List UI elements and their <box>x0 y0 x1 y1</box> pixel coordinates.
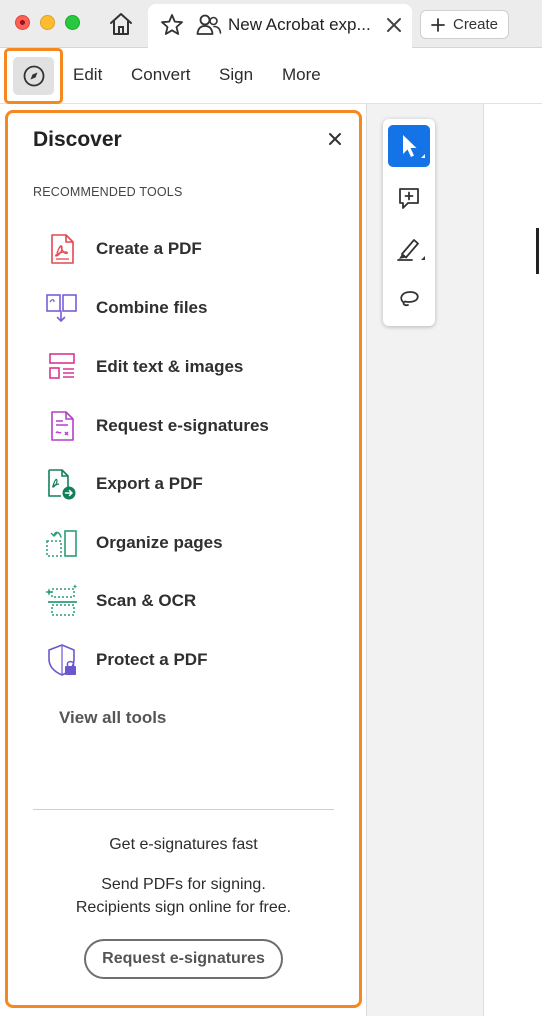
tool-edit-text-images[interactable]: Edit text & images <box>44 347 344 387</box>
tool-label: Combine files <box>96 298 208 317</box>
users-icon <box>196 13 222 37</box>
browser-tab[interactable]: New Acrobat exp... <box>148 4 412 48</box>
export-pdf-icon <box>48 469 76 500</box>
highlighter-icon <box>397 239 425 261</box>
tool-label: Create a PDF <box>96 239 202 258</box>
compass-icon <box>23 65 44 87</box>
document-page[interactable] <box>483 104 542 1016</box>
tool-label: Protect a PDF <box>96 650 208 669</box>
add-comment-button[interactable] <box>388 177 430 219</box>
select-tool-button[interactable] <box>388 125 430 167</box>
quick-tools-toolbar <box>383 119 435 326</box>
tool-create-pdf[interactable]: Create a PDF <box>44 229 344 269</box>
promo-text-line-1: Send PDFs for signing. <box>101 876 266 893</box>
star-icon[interactable] <box>160 13 184 37</box>
app-menubar: Edit Convert Sign More <box>0 48 542 104</box>
edit-text-images-icon <box>49 353 75 379</box>
panel-title: Discover <box>33 128 122 151</box>
tool-combine-files[interactable]: Combine files <box>44 288 344 328</box>
home-icon[interactable] <box>107 11 135 37</box>
maximize-window-button[interactable] <box>65 15 80 30</box>
menu-sign[interactable]: Sign <box>219 65 253 85</box>
protect-pdf-icon <box>48 644 76 676</box>
menu-edit[interactable]: Edit <box>73 65 102 85</box>
tool-label: Scan & OCR <box>96 591 197 610</box>
tool-organize-pages[interactable]: Organize pages <box>44 523 344 563</box>
close-window-button[interactable] <box>15 15 30 30</box>
menu-convert[interactable]: Convert <box>131 65 191 85</box>
tool-label: Export a PDF <box>96 474 203 493</box>
divider <box>33 809 334 810</box>
request-esignatures-button[interactable]: Request e-signatures <box>84 939 283 979</box>
highlight-tool-button[interactable] <box>388 227 430 269</box>
tool-label: Organize pages <box>96 533 223 552</box>
close-panel-icon[interactable] <box>326 130 344 148</box>
section-label: RECOMMENDED TOOLS <box>33 185 183 199</box>
draw-tool-button[interactable] <box>388 277 430 319</box>
tool-protect-pdf[interactable]: Protect a PDF <box>44 640 344 680</box>
scan-ocr-icon <box>45 584 78 616</box>
minimize-window-button[interactable] <box>40 15 55 30</box>
create-label: Create <box>452 16 499 33</box>
tab-title: New Acrobat exp... <box>228 15 371 34</box>
create-pdf-icon <box>51 234 74 264</box>
lasso-icon <box>400 291 419 307</box>
scrollbar[interactable] <box>536 228 539 274</box>
promo-title: Get e-signatures fast <box>109 836 258 853</box>
combine-files-icon <box>46 294 77 322</box>
browser-titlebar: New Acrobat exp... Create <box>0 0 542 48</box>
tool-label: Request e-signatures <box>96 416 269 435</box>
create-button[interactable]: Create <box>420 10 509 39</box>
comment-plus-icon <box>399 188 419 209</box>
tool-scan-ocr[interactable]: Scan & OCR <box>44 581 344 621</box>
close-tab-icon[interactable] <box>384 15 404 35</box>
cursor-arrow-icon <box>403 135 425 158</box>
tool-request-esignatures[interactable]: Request e-signatures <box>44 406 344 446</box>
discover-toggle-button[interactable] <box>4 48 63 104</box>
request-esignatures-icon <box>51 411 74 441</box>
tool-export-pdf[interactable]: Export a PDF <box>44 464 344 504</box>
organize-pages-icon <box>46 530 77 557</box>
panel-divider <box>366 104 367 1016</box>
menu-more[interactable]: More <box>282 65 321 85</box>
view-all-tools-link[interactable]: View all tools <box>59 708 166 728</box>
promo-text-line-2: Recipients sign online for free. <box>75 899 292 916</box>
tool-label: Edit text & images <box>96 357 244 376</box>
plus-icon <box>431 17 445 32</box>
